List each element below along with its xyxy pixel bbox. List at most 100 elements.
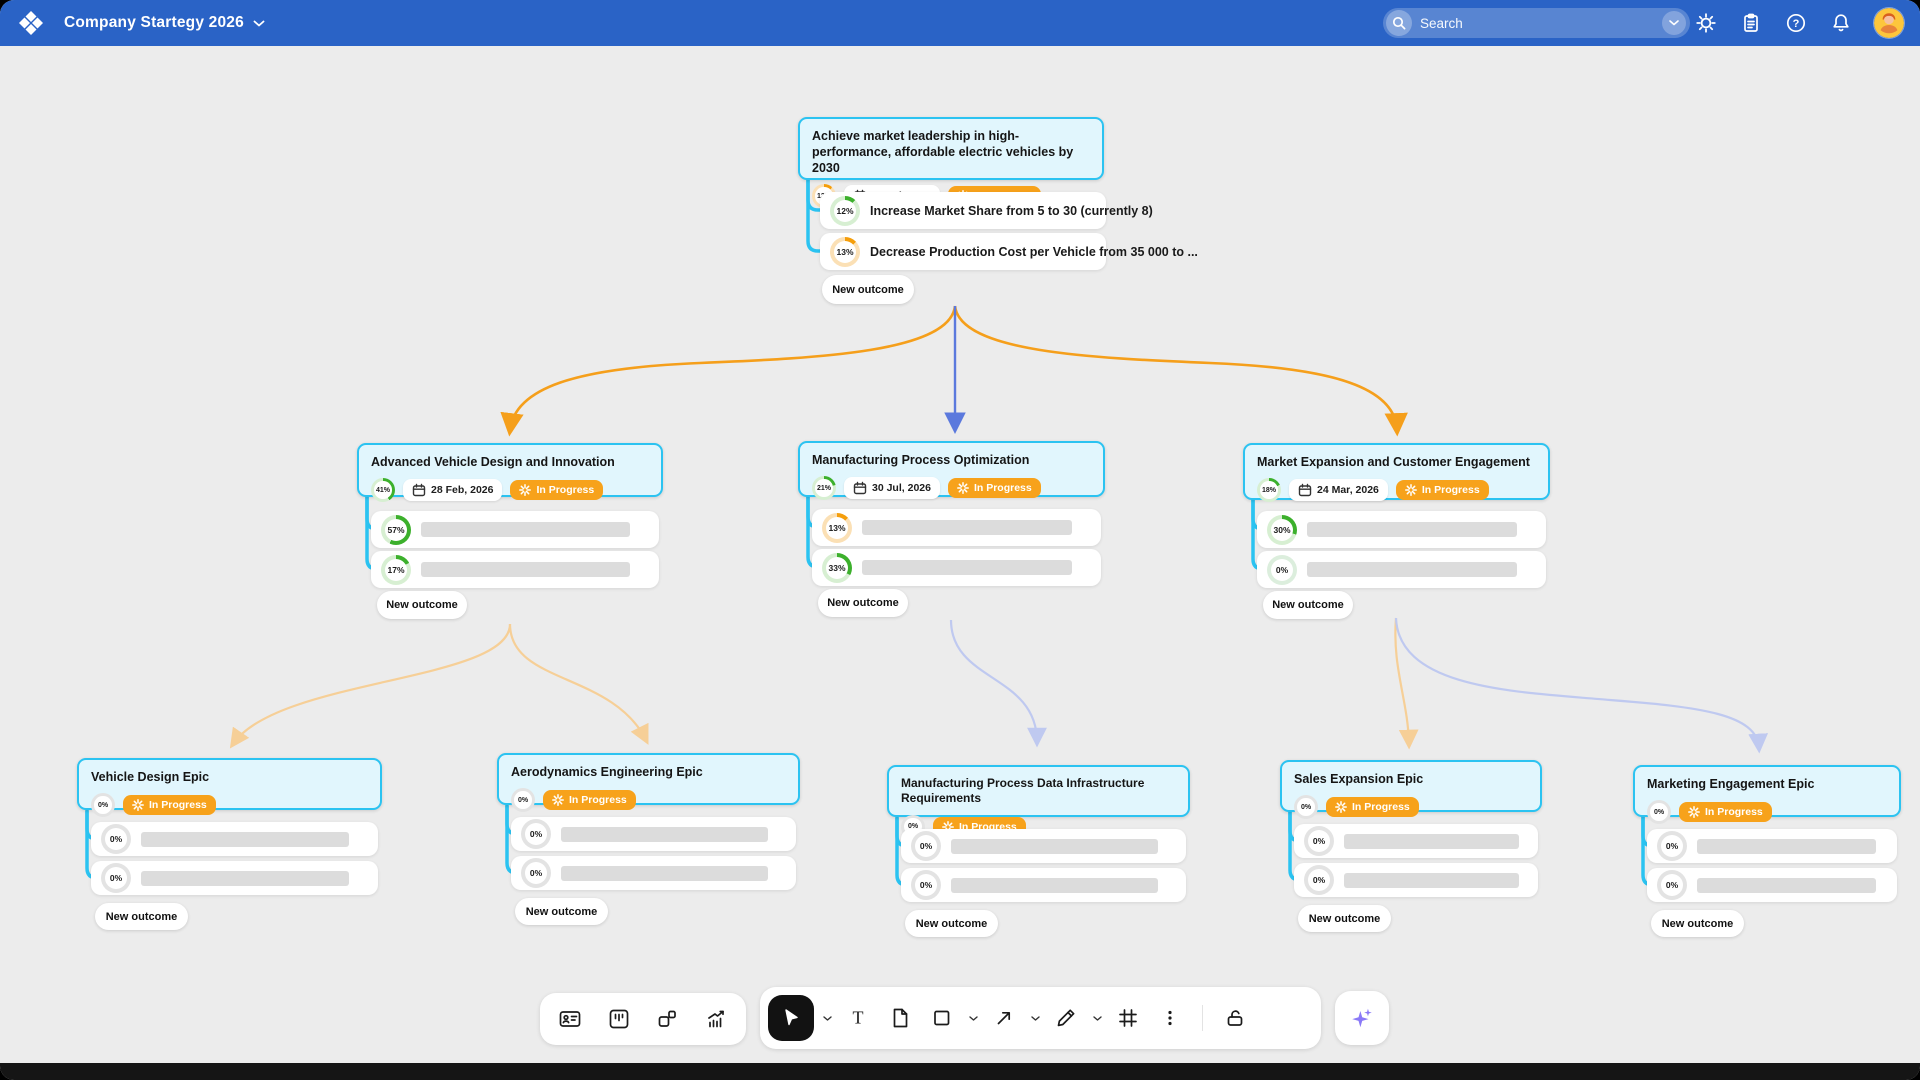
objective-card[interactable]: Market Expansion and Customer Engagement… xyxy=(1243,443,1550,500)
progress-ring: 13% xyxy=(822,513,852,543)
outcome-row[interactable]: 33% xyxy=(812,549,1101,586)
node-epic: Sales Expansion Epic 0% In Progress 0% 0… xyxy=(1280,760,1542,936)
outcome-row[interactable]: 30% xyxy=(1257,511,1546,548)
status-badge[interactable]: In Progress xyxy=(543,790,636,810)
status-badge[interactable]: In Progress xyxy=(1326,797,1419,817)
objective-card[interactable]: Advanced Vehicle Design and Innovation 4… xyxy=(357,443,663,497)
connector-tool-button[interactable] xyxy=(986,1000,1022,1036)
outcome-row[interactable]: 17% xyxy=(371,551,659,588)
outcome-row[interactable]: 0% xyxy=(901,829,1186,863)
epic-card[interactable]: Vehicle Design Epic 0% In Progress xyxy=(77,758,382,810)
select-tool-button[interactable] xyxy=(768,995,814,1041)
card-meta: 0% In Progress xyxy=(91,793,368,817)
due-date-chip[interactable]: 30 Jul, 2026 xyxy=(844,477,940,499)
objective-card[interactable]: Achieve market leadership in high-perfor… xyxy=(798,117,1104,180)
status-badge[interactable]: In Progress xyxy=(948,478,1041,498)
in-progress-icon xyxy=(1405,484,1417,496)
card-meta: 0% In Progress xyxy=(1647,800,1887,824)
outcome-placeholder-bar xyxy=(421,562,630,577)
new-outcome-button[interactable]: New outcome xyxy=(515,898,608,925)
due-date-chip[interactable]: 28 Feb, 2026 xyxy=(403,479,502,501)
outcome-row[interactable]: 12% Increase Market Share from 5 to 30 (… xyxy=(820,192,1106,229)
progress-ring: 0% xyxy=(521,819,551,849)
in-progress-icon xyxy=(957,482,969,494)
progress-ring: 0% xyxy=(1294,795,1318,819)
node-epic: Marketing Engagement Epic 0% In Progress… xyxy=(1633,765,1901,941)
outcome-row[interactable]: 13% xyxy=(812,509,1101,546)
outcome-row[interactable]: 0% xyxy=(511,856,796,890)
search-input[interactable] xyxy=(1412,16,1662,31)
new-outcome-button[interactable]: New outcome xyxy=(95,903,188,930)
epic-card[interactable]: Aerodynamics Engineering Epic 0% In Prog… xyxy=(497,753,800,805)
analytics-view-button[interactable] xyxy=(698,1001,734,1037)
progress-ring: 0% xyxy=(91,793,115,817)
status-badge[interactable]: In Progress xyxy=(1396,480,1489,500)
id-card-view-button[interactable] xyxy=(552,1001,588,1037)
connector-tool-chevron[interactable] xyxy=(1028,1000,1042,1036)
objective-card[interactable]: Manufacturing Process Optimization 21% 3… xyxy=(798,441,1105,497)
text-tool-button[interactable]: T xyxy=(840,1000,876,1036)
in-progress-icon xyxy=(552,794,564,806)
outcome-row[interactable]: 0% xyxy=(91,861,378,895)
top-bar: Company Startegy 2026 xyxy=(0,0,1920,46)
new-outcome-button[interactable]: New outcome xyxy=(905,910,998,937)
search-filter-chevron[interactable] xyxy=(1662,11,1686,35)
pencil-tool-chevron[interactable] xyxy=(1090,1000,1104,1036)
select-tool-chevron[interactable] xyxy=(820,1000,834,1036)
outcome-row[interactable]: 0% xyxy=(1647,829,1897,863)
search-bar[interactable] xyxy=(1383,8,1690,38)
board-title-dropdown[interactable]: Company Startegy 2026 xyxy=(64,14,265,32)
new-outcome-button[interactable]: New outcome xyxy=(1263,591,1353,619)
new-outcome-button[interactable]: New outcome xyxy=(822,275,914,304)
outcome-row[interactable]: 0% xyxy=(511,817,796,851)
lock-button[interactable] xyxy=(1217,1000,1253,1036)
shape-tool-chevron[interactable] xyxy=(966,1000,980,1036)
id-card-icon xyxy=(558,1007,582,1031)
outcome-row[interactable]: 0% xyxy=(1257,551,1546,588)
status-badge[interactable]: In Progress xyxy=(510,480,603,500)
outcome-row[interactable]: 0% xyxy=(91,822,378,856)
status-badge[interactable]: In Progress xyxy=(1679,802,1772,822)
new-outcome-button[interactable]: New outcome xyxy=(1298,905,1391,932)
notifications-bell-icon[interactable] xyxy=(1829,11,1853,35)
epic-card[interactable]: Marketing Engagement Epic 0% In Progress xyxy=(1633,765,1901,817)
clipboard-icon[interactable] xyxy=(1739,11,1763,35)
epic-card[interactable]: Sales Expansion Epic 0% In Progress xyxy=(1280,760,1542,812)
toolbar-views xyxy=(540,993,746,1045)
outcome-row[interactable]: 0% xyxy=(1294,863,1538,897)
ai-assistant-button[interactable] xyxy=(1344,1000,1380,1036)
kebab-menu-icon xyxy=(1158,1006,1182,1030)
toolbar-ai xyxy=(1335,991,1389,1045)
user-avatar[interactable] xyxy=(1874,8,1904,38)
help-icon[interactable]: ? xyxy=(1784,11,1808,35)
due-date-chip[interactable]: 24 Mar, 2026 xyxy=(1289,479,1388,501)
new-outcome-button[interactable]: New outcome xyxy=(1651,910,1744,937)
more-options-button[interactable] xyxy=(1152,1000,1188,1036)
board-title: Company Startegy 2026 xyxy=(64,14,244,32)
outcome-row[interactable]: 0% xyxy=(901,868,1186,902)
widgets-view-button[interactable] xyxy=(649,1001,685,1037)
outcome-placeholder-bar xyxy=(1307,522,1517,537)
page-tool-button[interactable] xyxy=(882,1000,918,1036)
node-epic: Aerodynamics Engineering Epic 0% In Prog… xyxy=(497,753,800,929)
outcome-row[interactable]: 0% xyxy=(1294,824,1538,858)
shape-tool-button[interactable] xyxy=(924,1000,960,1036)
calendar-icon xyxy=(412,483,426,497)
outcome-row[interactable]: 0% xyxy=(1647,868,1897,902)
settings-gear-icon[interactable] xyxy=(1694,11,1718,35)
new-outcome-button[interactable]: New outcome xyxy=(818,589,908,617)
outcome-row[interactable]: 13% Decrease Production Cost per Vehicle… xyxy=(820,233,1106,270)
outcome-row[interactable]: 57% xyxy=(371,511,659,548)
progress-ring: 0% xyxy=(101,824,131,854)
card-title: Achieve market leadership in high-perfor… xyxy=(812,128,1090,176)
calendar-icon xyxy=(1298,483,1312,497)
kanban-view-button[interactable] xyxy=(601,1001,637,1037)
node-root-objective: Achieve market leadership in high-perfor… xyxy=(798,117,1104,427)
pencil-tool-button[interactable] xyxy=(1048,1000,1084,1036)
epic-card[interactable]: Manufacturing Process Data Infrastructur… xyxy=(887,765,1190,817)
status-badge[interactable]: In Progress xyxy=(123,795,216,815)
progress-ring: 0% xyxy=(1304,865,1334,895)
frame-tool-button[interactable] xyxy=(1110,1000,1146,1036)
new-outcome-button[interactable]: New outcome xyxy=(377,591,467,619)
app-logo-icon[interactable] xyxy=(18,10,44,36)
